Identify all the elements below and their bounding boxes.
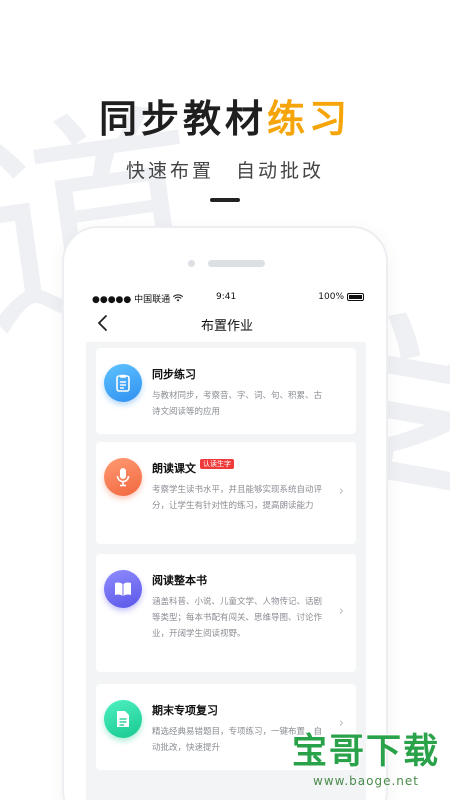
card-sync-practice[interactable]: 同步练习 与教材同步，考察音、字、词、句、积累、古诗文阅读等的应用 <box>96 348 356 434</box>
card-title: 朗读课文 认读生字 <box>152 459 234 476</box>
promo-subline: 快速布置 自动批改 <box>0 156 450 183</box>
promo-divider <box>210 198 240 202</box>
carrier-label: ●●●●● 中国联通 <box>92 292 184 305</box>
headline-accent-text: 练习 <box>267 97 352 141</box>
wifi-icon <box>172 294 184 305</box>
card-tag-badge: 认读生字 <box>200 459 234 469</box>
page-title: 布置作业 <box>200 319 253 334</box>
card-read-aloud[interactable]: 朗读课文 认读生字 考察学生读书水平，并且能够实现系统自动评分，让学生有针对性的练… <box>96 442 356 544</box>
phone-speaker <box>208 260 265 267</box>
card-description: 考察学生读书水平，并且能够实现系统自动评分，让学生有针对性的练习，提高朗读能力 <box>152 485 323 511</box>
watermark: 宝哥下载 www.baoge.net <box>284 730 448 798</box>
file-icon <box>104 700 142 738</box>
document-icon <box>104 364 142 402</box>
microphone-icon <box>104 458 142 496</box>
book-icon <box>104 570 142 608</box>
watermark-url: www.baoge.net <box>313 774 419 788</box>
chevron-right-icon[interactable]: › <box>339 716 344 731</box>
card-title: 同步练习 <box>152 368 196 381</box>
card-whole-book[interactable]: 阅读整本书 涵盖科普、小说、儿童文学、人物传记、话剧等类型；每本书配有闯关、思维… <box>96 554 356 672</box>
card-description: 涵盖科普、小说、儿童文学、人物传记、话剧等类型；每本书配有闯关、思维导图、讨论作… <box>152 597 323 639</box>
battery-icon <box>347 293 364 301</box>
chevron-right-icon[interactable]: › <box>339 604 344 619</box>
phone-camera <box>188 260 195 267</box>
card-title: 期末专项复习 <box>152 704 218 717</box>
subline-right: 自动批改 <box>236 160 325 182</box>
watermark-brand: 宝哥下载 <box>291 732 440 772</box>
card-description: 与教材同步，考察音、字、词、句、积累、古诗文阅读等的应用 <box>152 391 323 417</box>
card-title: 阅读整本书 <box>152 574 207 587</box>
status-bar: ●●●●● 中国联通 9:41 100% <box>92 292 364 306</box>
nav-bar: 布置作业 <box>86 310 368 338</box>
subline-left: 快速布置 <box>125 160 214 182</box>
promo-headline: 同步教材练习 <box>0 88 450 143</box>
chevron-right-icon[interactable]: › <box>339 484 344 499</box>
headline-dark-text: 同步教材 <box>98 97 267 141</box>
battery-indicator: 100% <box>318 292 364 302</box>
phone-frame: ●●●●● 中国联通 9:41 100% 布置作业 同步练习 与教材同步，考察音… <box>62 226 388 800</box>
status-time: 9:41 <box>216 292 237 302</box>
